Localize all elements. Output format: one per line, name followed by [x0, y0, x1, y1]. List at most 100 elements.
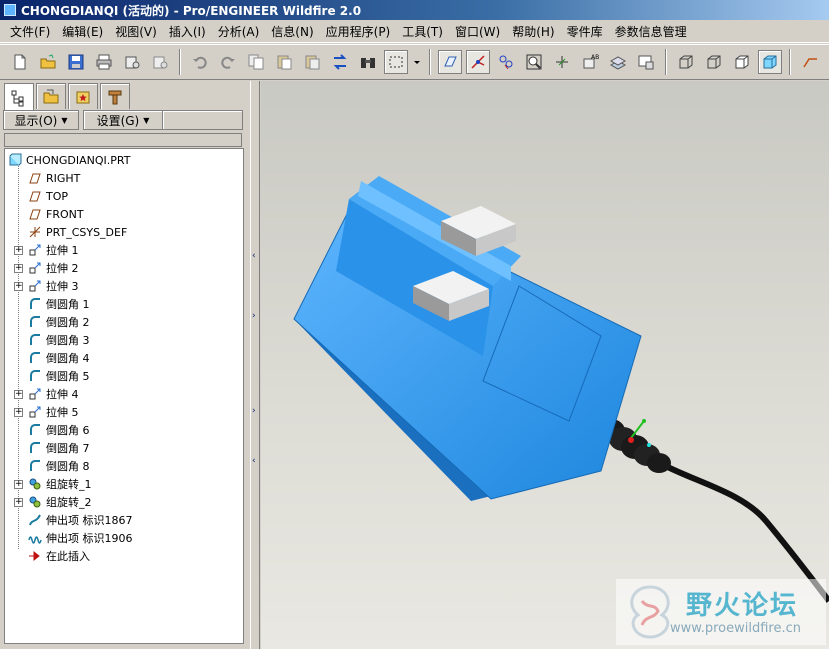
wireframe-button[interactable] — [674, 50, 698, 74]
tree-item-round-6[interactable]: 倒圆角 6 — [27, 421, 90, 439]
layers-button[interactable] — [606, 50, 630, 74]
menu-insert[interactable]: 插入(I) — [163, 23, 212, 40]
expand-toggle[interactable]: + — [14, 407, 23, 417]
shading-button[interactable] — [758, 50, 782, 74]
tree-item-top[interactable]: TOP — [27, 187, 68, 205]
copy-button[interactable] — [244, 50, 268, 74]
graphics-viewport[interactable]: 野火论坛 www.proewildfire.cn — [261, 81, 829, 649]
tab-favorites[interactable] — [68, 83, 98, 109]
tree-item-round-7[interactable]: 倒圆角 7 — [27, 439, 90, 457]
tree-item-extrude-5[interactable]: + 拉伸 5 — [14, 403, 79, 421]
tree-item-protrusion-1867[interactable]: 伸出项 标识1867 — [27, 511, 133, 529]
expand-toggle[interactable]: + — [14, 245, 23, 255]
menu-tools[interactable]: 工具(T) — [396, 23, 449, 40]
settings-dropdown[interactable]: 设置(G) ▼ — [83, 110, 163, 130]
datum-point-icon — [499, 55, 513, 70]
extrude-icon — [27, 404, 43, 420]
tree-item-round-3[interactable]: 倒圆角 3 — [27, 331, 90, 349]
menu-parameter-info[interactable]: 参数信息管理 — [609, 23, 693, 40]
view-manager-button[interactable] — [634, 50, 658, 74]
group-icon — [27, 494, 43, 510]
tree-item-round-5[interactable]: 倒圆角 5 — [27, 367, 90, 385]
datum-planes-toggle[interactable] — [438, 50, 462, 74]
toolbar-separator — [665, 49, 667, 75]
selection-dropdown-arrow[interactable] — [412, 50, 422, 74]
chevron-left-icon[interactable]: ‹ — [252, 251, 256, 261]
tree-item-right[interactable]: RIGHT — [27, 169, 80, 187]
options-spacer — [163, 110, 243, 130]
datum-axes-toggle[interactable] — [466, 50, 490, 74]
tab-folder-browser[interactable] — [36, 83, 66, 109]
no-hidden-cube-icon — [735, 55, 749, 69]
tree-item-insert-here[interactable]: 在此插入 — [27, 547, 90, 565]
regenerate-button[interactable] — [328, 50, 352, 74]
tree-item-round-1[interactable]: 倒圆角 1 — [27, 295, 90, 313]
menu-analysis[interactable]: 分析(A) — [212, 23, 266, 40]
menu-file[interactable]: 文件(F) — [4, 23, 56, 40]
tree-item-extrude-3[interactable]: + 拉伸 3 — [14, 277, 79, 295]
tree-item-extrude-4[interactable]: + 拉伸 4 — [14, 385, 79, 403]
tab-connections[interactable] — [100, 83, 130, 109]
show-dropdown[interactable]: 显示(O) ▼ — [3, 110, 79, 130]
watermark-title: 野火论坛 — [686, 591, 799, 621]
expand-toggle[interactable]: + — [14, 281, 23, 291]
tree-item-label: FRONT — [46, 207, 84, 221]
undo-button[interactable] — [188, 50, 212, 74]
datum-points-toggle[interactable] — [494, 50, 518, 74]
tree-item-group-rotate-1[interactable]: + 组旋转_1 — [14, 475, 92, 493]
menu-info[interactable]: 信息(N) — [265, 23, 319, 40]
find-button[interactable] — [356, 50, 380, 74]
tab-model-tree[interactable] — [4, 83, 34, 111]
tree-item-protrusion-1906[interactable]: 伸出项 标识1906 — [27, 529, 133, 547]
watermark-url: www.proewildfire.cn — [670, 621, 801, 636]
helical-sweep-icon — [27, 530, 43, 546]
expand-toggle[interactable]: + — [14, 497, 23, 507]
tree-item-front[interactable]: FRONT — [27, 205, 84, 223]
menu-edit[interactable]: 编辑(E) — [56, 23, 109, 40]
paste-special-button[interactable] — [300, 50, 324, 74]
chevron-right-icon[interactable]: › — [252, 311, 256, 321]
chevron-right-icon[interactable]: › — [252, 406, 256, 416]
open-file-button[interactable] — [36, 50, 60, 74]
tree-item-extrude-2[interactable]: + 拉伸 2 — [14, 259, 79, 277]
chevron-down-icon — [414, 61, 420, 64]
annotation-button[interactable]: AB — [578, 50, 602, 74]
tree-item-group-rotate-2[interactable]: + 组旋转_2 — [14, 493, 92, 511]
send-mail-button[interactable] — [120, 50, 144, 74]
paste-button[interactable] — [272, 50, 296, 74]
tree-item-label: PRT_CSYS_DEF — [46, 225, 128, 239]
tree-item-label: 拉伸 1 — [46, 244, 79, 257]
expand-toggle[interactable]: + — [14, 263, 23, 273]
mail-attach-button[interactable] — [148, 50, 172, 74]
tree-item-extrude-1[interactable]: + 拉伸 1 — [14, 241, 79, 259]
tree-root-item[interactable]: CHONGDIANQI.PRT — [7, 151, 130, 169]
tree-item-round-4[interactable]: 倒圆角 4 — [27, 349, 90, 367]
panel-splitter[interactable]: ‹ › › ‹ — [250, 81, 260, 649]
menu-applications[interactable]: 应用程序(P) — [320, 23, 397, 40]
sketch-button[interactable] — [798, 50, 822, 74]
expand-toggle[interactable]: + — [14, 479, 23, 489]
save-button[interactable] — [64, 50, 88, 74]
menu-view[interactable]: 视图(V) — [109, 23, 163, 40]
print-button[interactable] — [92, 50, 116, 74]
tree-filter-field[interactable] — [4, 133, 242, 147]
tree-item-csys[interactable]: PRT_CSYS_DEF — [27, 223, 127, 241]
menu-help[interactable]: 帮助(H) — [506, 23, 560, 40]
round-icon — [27, 440, 43, 456]
mail-icon — [125, 56, 140, 69]
hidden-line-button[interactable] — [702, 50, 726, 74]
redo-button[interactable] — [216, 50, 240, 74]
expand-toggle[interactable]: + — [14, 389, 23, 399]
menu-window[interactable]: 窗口(W) — [449, 23, 506, 40]
no-hidden-button[interactable] — [730, 50, 754, 74]
tree-item-round-2[interactable]: 倒圆角 2 — [27, 313, 90, 331]
new-file-button[interactable] — [8, 50, 32, 74]
selection-filter-button[interactable] — [384, 50, 408, 74]
datum-plane-icon — [444, 56, 457, 67]
toolbar-separator — [179, 49, 181, 75]
menu-part-library[interactable]: 零件库 — [561, 23, 609, 40]
coord-system-button[interactable] — [550, 50, 574, 74]
tree-item-round-8[interactable]: 倒圆角 8 — [27, 457, 90, 475]
chevron-left-icon[interactable]: ‹ — [252, 456, 256, 466]
zoom-button[interactable] — [522, 50, 546, 74]
